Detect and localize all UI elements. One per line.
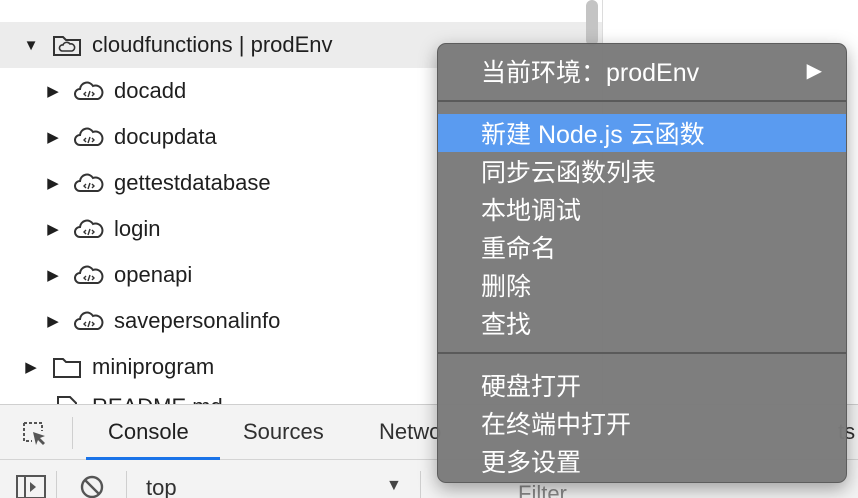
menu-item-label: 新建 Node.js 云函数: [481, 121, 705, 149]
collapsed-triangle-icon[interactable]: ▶: [44, 128, 62, 146]
menu-item-label: 当前环境：prodEnv: [481, 59, 700, 87]
context-menu: 当前环境：prodEnv ▶ 新建 Node.js 云函数 同步云函数列表 本地…: [437, 43, 847, 483]
menu-separator: [438, 100, 846, 102]
toolbar-divider: [126, 471, 127, 498]
tree-item-label: docadd: [114, 78, 187, 103]
tab-console[interactable]: Console: [108, 419, 189, 445]
menu-item-new-nodejs-function[interactable]: 新建 Node.js 云函数: [438, 114, 846, 152]
menu-item-label: 硬盘打开: [481, 373, 582, 401]
collapsed-triangle-icon[interactable]: ▶: [44, 312, 62, 330]
tree-scrollbar[interactable]: [586, 0, 598, 46]
inspect-element-icon[interactable]: [20, 419, 50, 454]
toolbar-divider: [72, 417, 73, 449]
cloud-function-icon: [72, 262, 106, 288]
tree-item-label: login: [114, 216, 161, 241]
cloud-function-icon: [72, 216, 106, 242]
active-tab-indicator: [86, 457, 220, 460]
tree-item-label: gettestdatabase: [114, 170, 271, 195]
menu-item-label: 更多设置: [481, 449, 582, 477]
menu-item-more-settings[interactable]: 更多设置: [438, 442, 846, 480]
tab-sources[interactable]: Sources: [243, 419, 324, 445]
collapsed-triangle-icon[interactable]: ▶: [44, 82, 62, 100]
menu-item-find[interactable]: 查找: [438, 304, 846, 342]
tree-item-label: README.md: [92, 394, 223, 404]
menu-item-local-debug[interactable]: 本地调试: [438, 190, 846, 228]
clear-console-icon[interactable]: [78, 473, 106, 498]
submenu-arrow-icon: ▶: [806, 60, 822, 82]
cloud-function-icon: [72, 124, 106, 150]
toolbar-divider: [420, 471, 421, 498]
collapsed-triangle-icon[interactable]: ▶: [44, 220, 62, 238]
toolbar-divider: [56, 471, 57, 498]
menu-item-rename[interactable]: 重命名: [438, 228, 846, 266]
menu-item-current-env[interactable]: 当前环境：prodEnv: [438, 52, 846, 90]
menu-item-label: 同步云函数列表: [481, 159, 657, 187]
menu-item-open-in-terminal[interactable]: 在终端中打开: [438, 404, 846, 442]
expanded-triangle-icon[interactable]: ▼: [22, 37, 40, 54]
menu-item-sync-function-list[interactable]: 同步云函数列表: [438, 152, 846, 190]
menu-item-label: 本地调试: [481, 197, 582, 225]
menu-item-label: 删除: [481, 273, 532, 301]
tree-item-label: savepersonalinfo: [114, 308, 281, 333]
menu-item-label: 查找: [481, 311, 532, 339]
menu-separator: [438, 352, 846, 354]
menu-item-delete[interactable]: 删除: [438, 266, 846, 304]
collapsed-triangle-icon[interactable]: ▶: [22, 358, 40, 376]
collapsed-triangle-icon[interactable]: ▶: [44, 266, 62, 284]
file-icon: [50, 394, 84, 404]
tree-item-label: openapi: [114, 262, 193, 287]
tree-item-label: cloudfunctions | prodEnv: [92, 32, 333, 57]
menu-item-open-in-finder[interactable]: 硬盘打开: [438, 366, 846, 404]
cloud-function-icon: [72, 308, 106, 334]
collapsed-triangle-icon[interactable]: ▶: [44, 174, 62, 192]
folder-icon: [50, 354, 84, 380]
tree-item-label: miniprogram: [92, 354, 215, 379]
tab-network[interactable]: Netwo: [379, 419, 441, 445]
dropdown-arrow-icon[interactable]: ▼: [386, 477, 402, 495]
cloud-function-icon: [72, 170, 106, 196]
menu-item-label: 重命名: [481, 235, 557, 263]
cloud-function-icon: [72, 78, 106, 104]
context-selector[interactable]: top: [146, 475, 177, 498]
tree-item-label: docupdata: [114, 124, 217, 149]
sidebar-toggle-icon[interactable]: [14, 473, 48, 498]
menu-item-label: 在终端中打开: [481, 411, 632, 439]
cloud-folder-icon: [50, 32, 84, 58]
